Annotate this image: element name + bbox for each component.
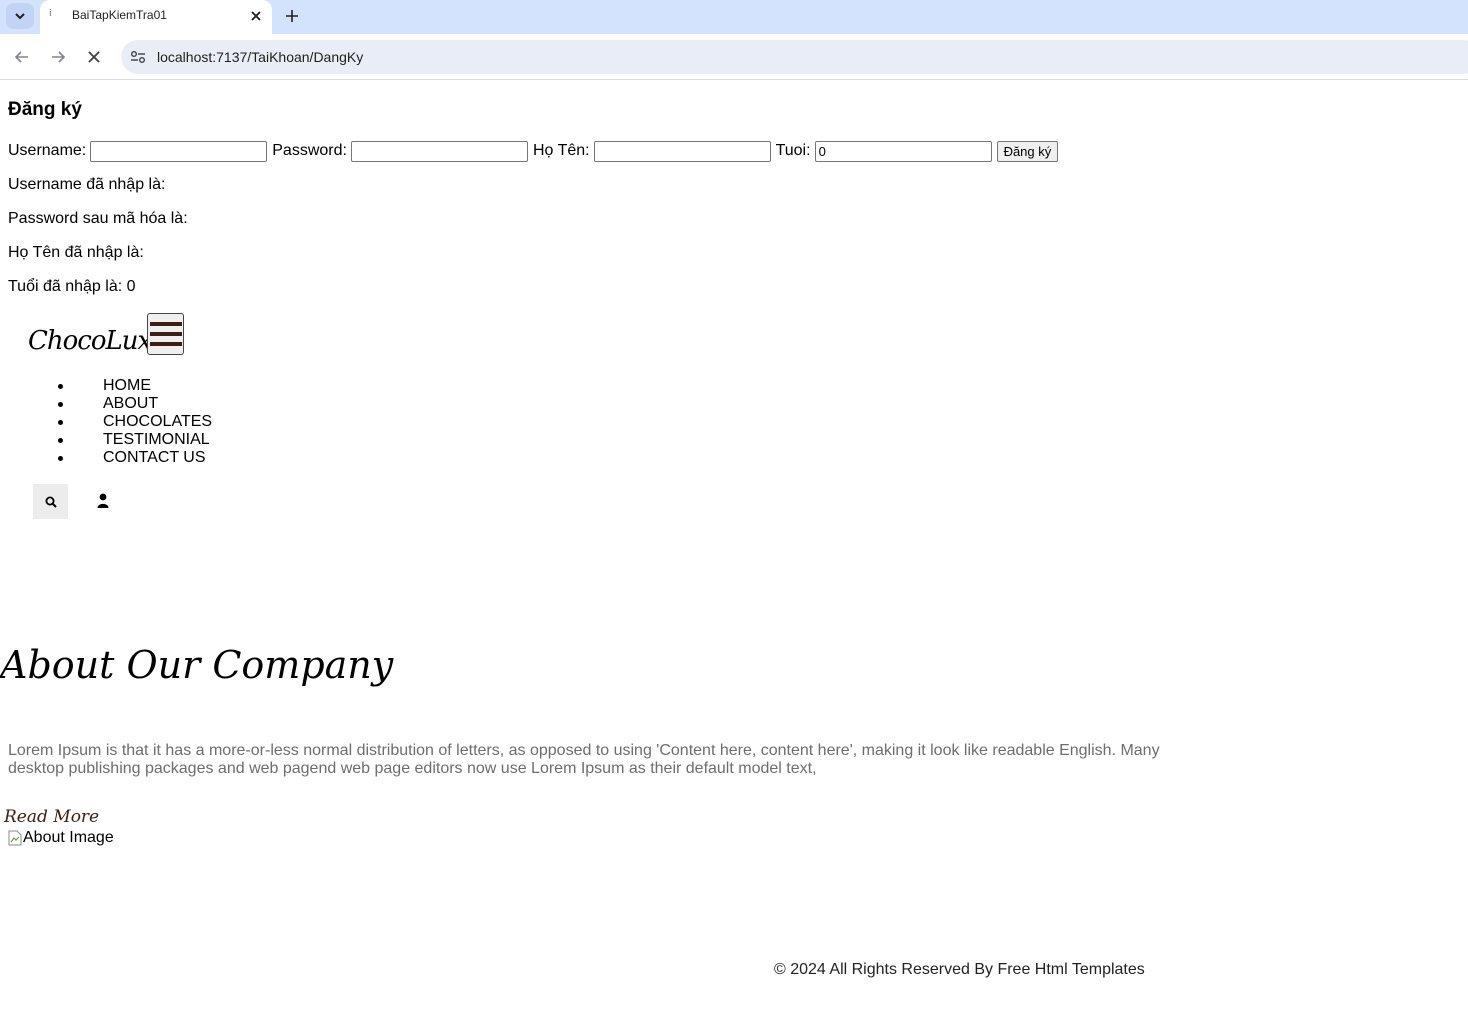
tuoi-result: Tuổi đã nhập là: 0 [8,278,136,295]
close-icon [88,51,100,63]
broken-image-icon [8,830,22,846]
favicon-icon: i [49,9,52,19]
url-text: localhost:7137/TaiKhoan/DangKy [157,49,364,65]
footer-copyright: © 2024 All Rights Reserved By Free Html … [774,961,1145,978]
nav-item-about[interactable]: ABOUT [55,395,212,413]
hoten-label: Họ Tên: [532,142,590,159]
hamburger-icon-bar [150,332,182,336]
tuoi-label: Tuoi: [775,142,811,159]
back-button[interactable] [9,44,35,70]
page-title: Đăng ký [8,99,82,120]
new-tab-button[interactable] [280,4,304,28]
menu-toggle-button[interactable] [147,313,184,355]
username-label: Username: [8,142,87,159]
password-label: Password: [272,142,347,159]
password-input[interactable] [350,140,528,162]
site-info-button[interactable] [129,48,147,66]
about-image-alt: About Image [23,829,114,846]
username-result: Username đã nhập là: [8,176,166,193]
stop-loading-button[interactable] [81,44,107,70]
read-more-link[interactable]: Read More [4,807,99,827]
address-bar[interactable]: localhost:7137/TaiKhoan/DangKy [121,40,1468,74]
hamburger-icon [150,322,182,326]
brand-logo[interactable]: ChocoLux [28,326,152,356]
nav-item-contact-us[interactable]: CONTACT US [55,449,212,467]
main-nav: HOME ABOUT CHOCOLATES TESTIMONIAL CONTAC… [0,377,212,467]
close-icon [251,11,261,21]
forward-button[interactable] [45,44,71,70]
about-text: Lorem Ipsum is that it has a more-or-les… [8,742,1160,777]
browser-toolbar: localhost:7137/TaiKhoan/DangKy [0,34,1468,80]
hoten-result: Họ Tên đã nhập là: [8,244,144,261]
about-heading: About Our Company [0,643,394,687]
arrow-left-icon [14,51,28,63]
tab-title: BaiTapKiemTra01 [72,8,167,22]
username-input[interactable] [90,140,268,162]
register-form: Username: Password: Họ Tên: Tuoi: Đăng k… [8,139,1059,163]
plus-icon [286,10,298,22]
chevron-down-icon [15,13,25,20]
nav-item-chocolates[interactable]: CHOCOLATES [55,413,212,431]
close-tab-button[interactable] [246,6,266,26]
nav-item-testimonial[interactable]: TESTIMONIAL [55,431,212,449]
hoten-input[interactable] [593,140,771,162]
search-icon [45,496,57,508]
active-tab[interactable]: i BaiTapKiemTra01 [40,0,272,34]
page-content: Đăng ký Username: Password: Họ Tên: Tuoi… [0,81,1468,1018]
search-button[interactable] [33,484,68,519]
tune-icon [131,51,145,63]
about-image: About Image [8,829,114,847]
tab-strip: i BaiTapKiemTra01 [0,0,1468,34]
hamburger-icon-bar [150,342,182,346]
tab-search-button[interactable] [6,3,34,29]
arrow-right-icon [52,51,66,63]
password-result: Password sau mã hóa là: [8,210,188,227]
register-button[interactable]: Đăng ký [996,140,1059,162]
user-button[interactable] [95,492,111,510]
user-icon [97,493,109,508]
tuoi-input[interactable] [814,140,992,162]
nav-item-home[interactable]: HOME [55,377,212,395]
